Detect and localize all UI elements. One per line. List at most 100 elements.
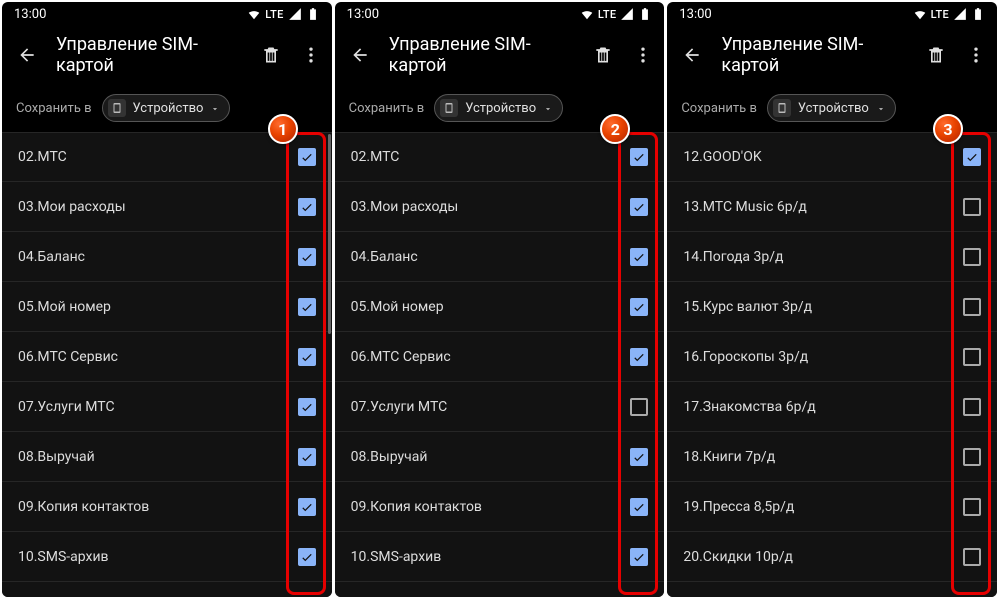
app-bar: Управление SIM-картой [335, 24, 665, 86]
checkbox[interactable] [963, 198, 981, 216]
checkbox[interactable] [630, 348, 648, 366]
checkbox[interactable] [630, 398, 648, 416]
save-target-chip[interactable]: Устройство [102, 94, 231, 122]
list-item[interactable]: 04.Баланс [2, 232, 332, 282]
list-item[interactable]: 16.Гороскопы 3р/д [667, 332, 997, 382]
screen-3: 13:00 LTE Управление SIM-картой Сохранит… [667, 2, 997, 597]
list-item-label: 13.МТС Music 6р/д [683, 199, 807, 215]
checkbox[interactable] [630, 298, 648, 316]
checkbox[interactable] [298, 298, 316, 316]
chevron-down-icon [210, 103, 220, 113]
chevron-down-icon [543, 103, 553, 113]
list-item-label: 19.Пресса 8,5р/д [683, 499, 794, 515]
list-item[interactable]: 09.Копия контактов [335, 482, 665, 532]
checkbox[interactable] [963, 148, 981, 166]
checkbox[interactable] [630, 498, 648, 516]
checkbox[interactable] [963, 448, 981, 466]
list-item[interactable]: 09.Копия контактов [2, 482, 332, 532]
status-time: 13:00 [347, 7, 379, 22]
scrollbar[interactable] [328, 134, 331, 334]
back-button[interactable] [349, 44, 371, 66]
checkbox[interactable] [298, 198, 316, 216]
checkbox[interactable] [630, 248, 648, 266]
app-bar: Управление SIM-картой [2, 24, 332, 86]
status-bar: 13:00 LTE [2, 2, 332, 24]
back-button[interactable] [16, 44, 38, 66]
list-item-label: 15.Курс валют 3р/д [683, 299, 812, 315]
network-label: LTE [931, 8, 949, 21]
list-item[interactable]: 14.Погода 3р/д [667, 232, 997, 282]
checkbox[interactable] [298, 398, 316, 416]
list-item-label: 07.Услуги МТС [18, 399, 115, 415]
checkbox[interactable] [630, 548, 648, 566]
checkbox[interactable] [298, 548, 316, 566]
overflow-button[interactable] [632, 44, 654, 66]
network-label: LTE [598, 8, 616, 21]
checkbox[interactable] [298, 348, 316, 366]
battery-icon [971, 7, 985, 21]
list-item[interactable]: 06.МТС Сервис [335, 332, 665, 382]
signal-icon [953, 7, 967, 21]
list-item[interactable]: 05.Мой номер [335, 282, 665, 332]
checkbox[interactable] [298, 448, 316, 466]
checkbox[interactable] [298, 148, 316, 166]
list-item[interactable]: 07.Услуги МТС [2, 382, 332, 432]
trash-button[interactable] [260, 44, 282, 66]
trash-button[interactable] [925, 44, 947, 66]
list-item[interactable]: 08.Выручай [2, 432, 332, 482]
overflow-button[interactable] [300, 44, 322, 66]
battery-icon [638, 7, 652, 21]
list-item-label: 16.Гороскопы 3р/д [683, 349, 808, 365]
trash-button[interactable] [592, 44, 614, 66]
status-bar: 13:00 LTE [667, 2, 997, 24]
checkbox[interactable] [963, 548, 981, 566]
list-item-label: 14.Погода 3р/д [683, 249, 783, 265]
list-item[interactable]: 15.Курс валют 3р/д [667, 282, 997, 332]
list-item[interactable]: 07.Услуги МТС [335, 382, 665, 432]
checkbox[interactable] [630, 198, 648, 216]
list-item[interactable]: 05.Мой номер [2, 282, 332, 332]
save-label: Сохранить в [681, 101, 757, 116]
contact-list[interactable]: 12.GOOD'OK13.МТС Music 6р/д14.Погода 3р/… [667, 132, 997, 597]
checkbox[interactable] [963, 248, 981, 266]
status-time: 13:00 [14, 7, 46, 22]
checkbox[interactable] [298, 248, 316, 266]
list-item[interactable]: 17.Знакомства 6р/д [667, 382, 997, 432]
checkbox[interactable] [963, 348, 981, 366]
list-item[interactable]: 13.МТС Music 6р/д [667, 182, 997, 232]
list-item-label: 06.МТС Сервис [351, 349, 451, 365]
contact-list[interactable]: 02.МТС 03.Мои расходы04.Баланс 05.Мой номе… [2, 132, 332, 597]
save-target-chip[interactable]: Устройство [434, 94, 563, 122]
overflow-button[interactable] [965, 44, 987, 66]
checkbox[interactable] [963, 398, 981, 416]
list-item[interactable]: 03.Мои расходы [335, 182, 665, 232]
list-item-label: 07.Услуги МТС [351, 399, 448, 415]
list-item[interactable]: 10.SMS-архив [335, 532, 665, 582]
list-item[interactable]: 03.Мои расходы [2, 182, 332, 232]
list-item[interactable]: 08.Выручай [335, 432, 665, 482]
list-item[interactable]: 19.Пресса 8,5р/д [667, 482, 997, 532]
contact-list[interactable]: 02.МТС 03.Мои расходы04.Баланс05.Мой номе… [335, 132, 665, 597]
checkbox[interactable] [963, 298, 981, 316]
annotation-badge: 1 [268, 114, 298, 144]
save-target-chip[interactable]: Устройство [767, 94, 896, 122]
list-item-label: 02.МТС [18, 149, 67, 165]
list-item[interactable]: 20.Скидки 10р/д [667, 532, 997, 582]
list-item[interactable]: 04.Баланс [335, 232, 665, 282]
list-item-label: 02.МТС [351, 149, 400, 165]
list-item-label: 09.Копия контактов [351, 499, 482, 515]
signal-icon [620, 7, 634, 21]
screen-2: 13:00 LTE Управление SIM-картой Сохранит… [335, 2, 665, 597]
list-item[interactable]: 06.МТС Сервис [2, 332, 332, 382]
list-item[interactable]: 18.Книги 7р/д [667, 432, 997, 482]
checkbox[interactable] [630, 448, 648, 466]
chevron-down-icon [876, 103, 886, 113]
list-item-label: 18.Книги 7р/д [683, 449, 775, 465]
list-item[interactable]: 10.SMS-архив [2, 532, 332, 582]
list-item-label: 05.Мой номер [18, 299, 111, 315]
checkbox[interactable] [963, 498, 981, 516]
checkbox[interactable] [298, 498, 316, 516]
list-item-label: 20.Скидки 10р/д [683, 549, 793, 565]
checkbox[interactable] [630, 148, 648, 166]
back-button[interactable] [681, 44, 703, 66]
